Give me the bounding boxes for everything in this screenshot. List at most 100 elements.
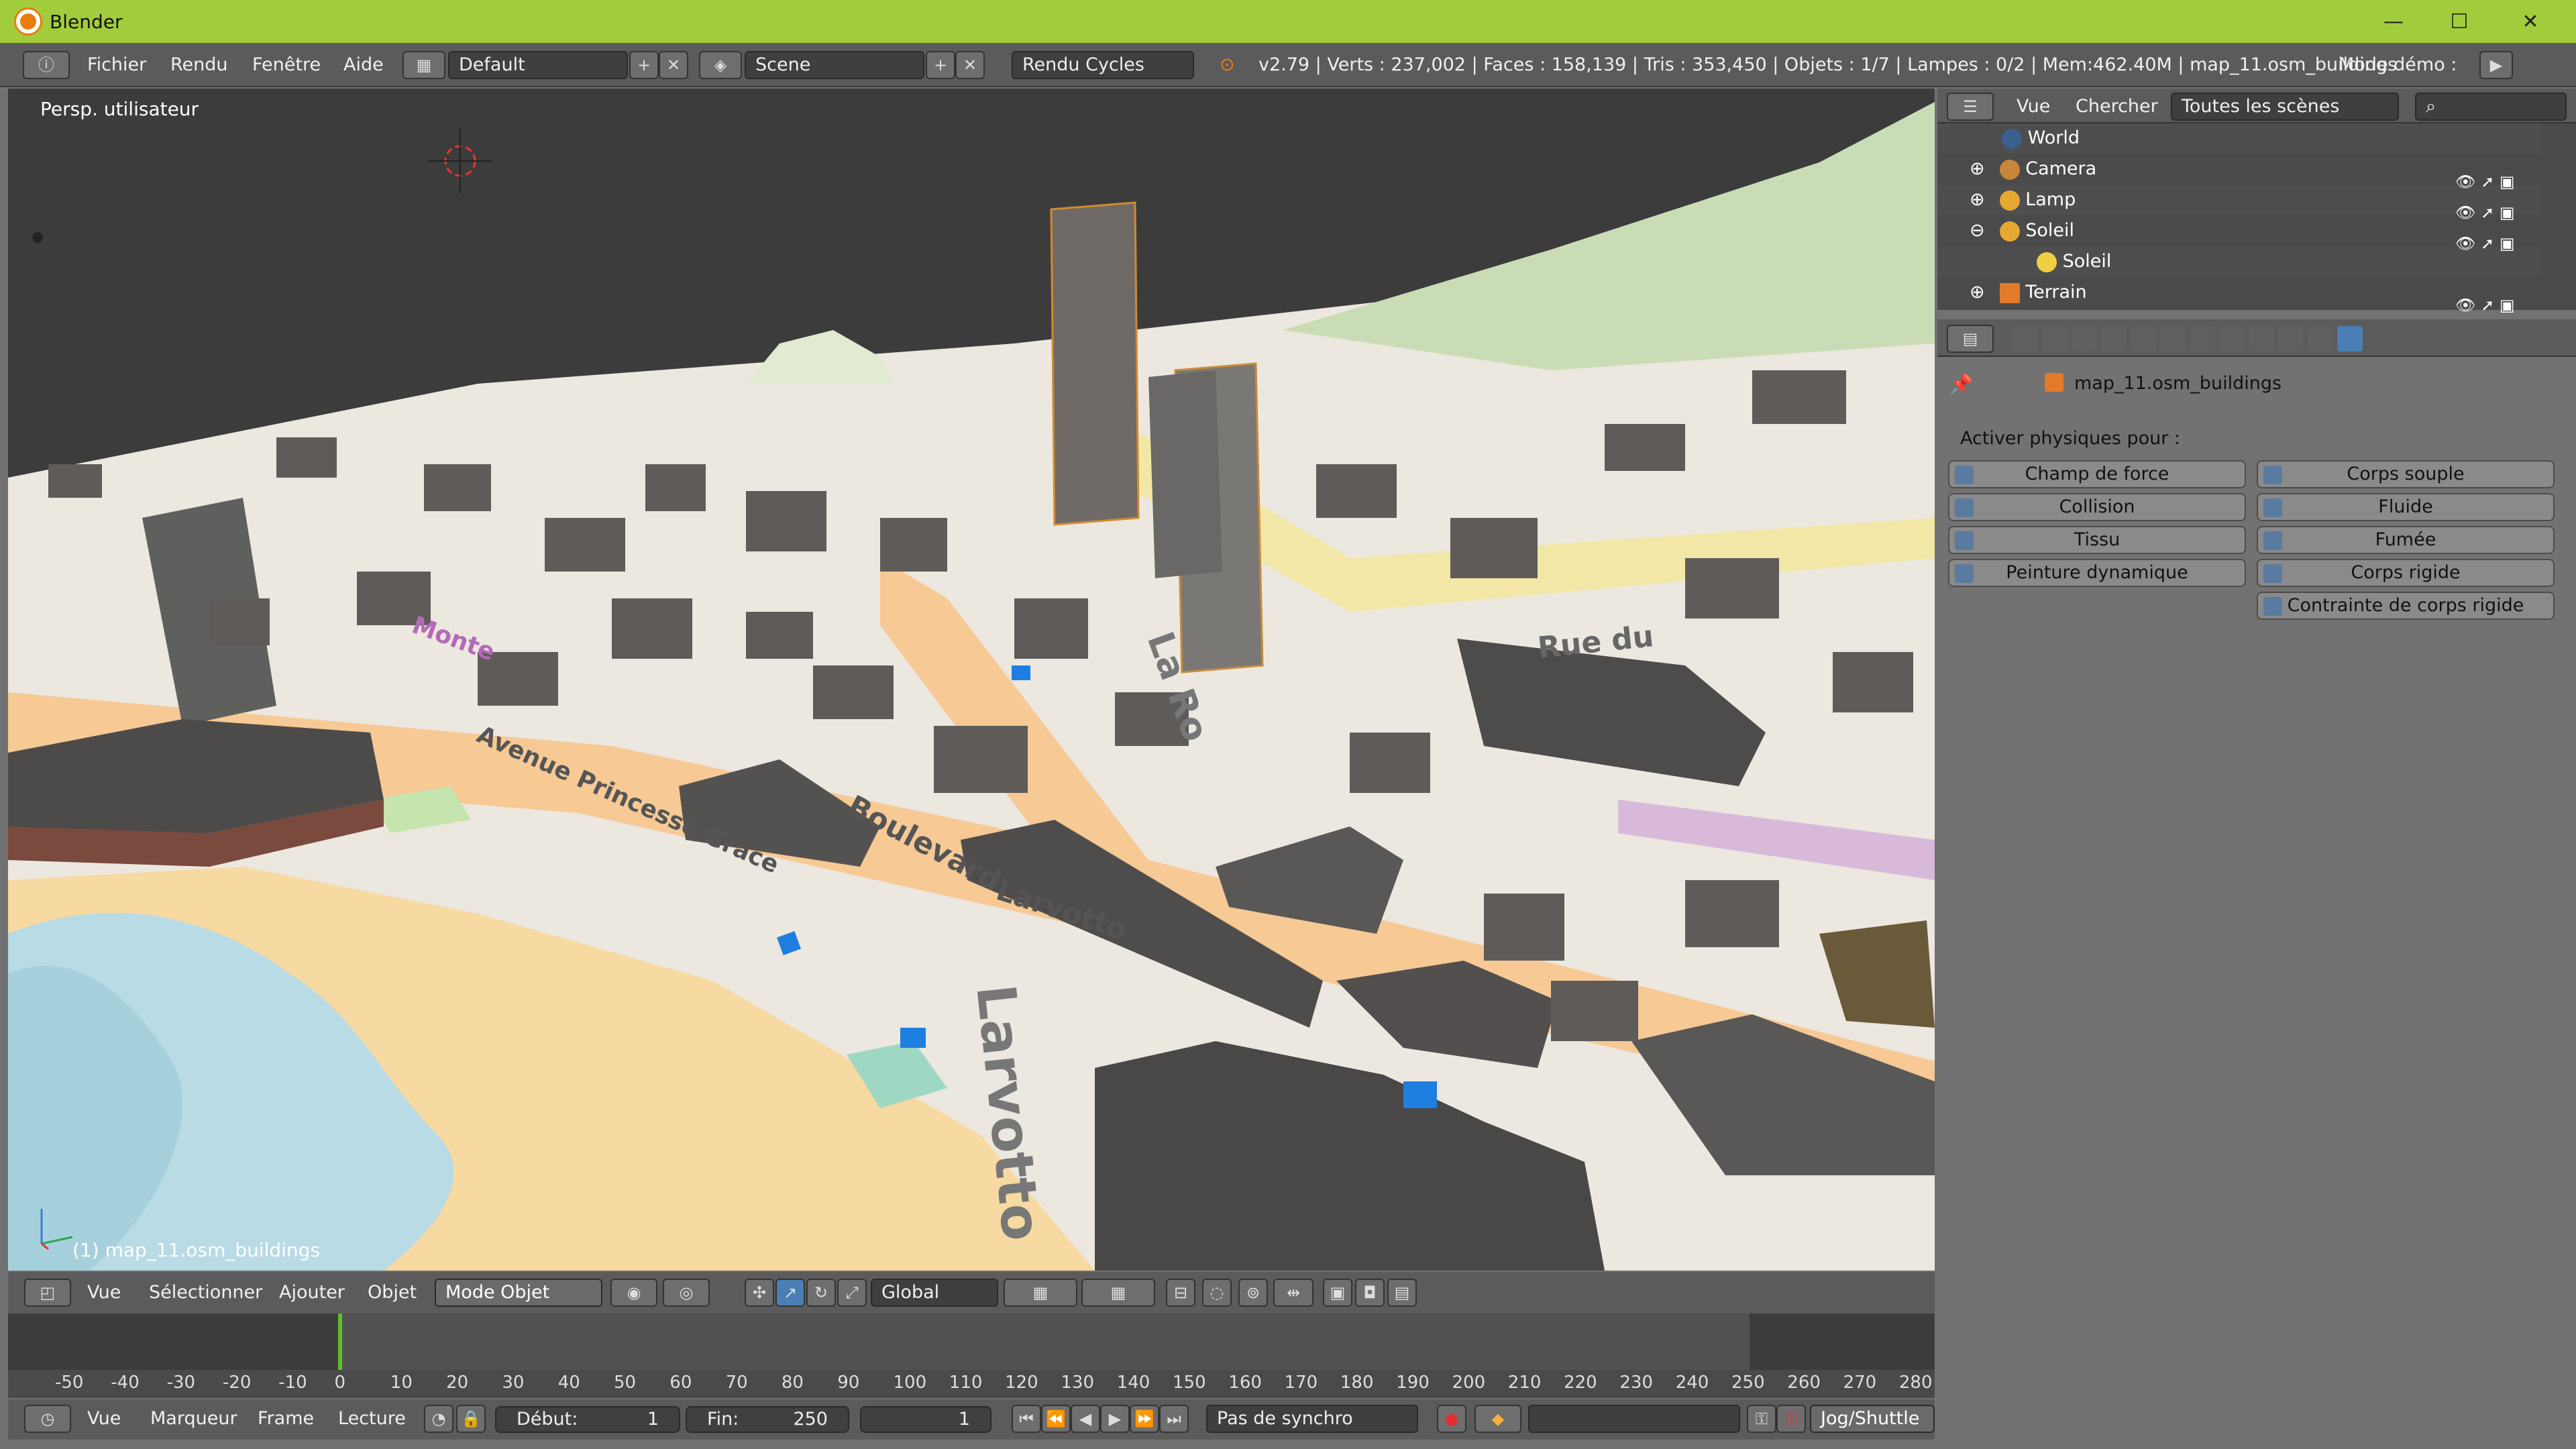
animation-render-icon[interactable]: ▤: [1387, 1279, 1417, 1307]
translate-icon[interactable]: ↗: [775, 1279, 805, 1307]
tab-scene[interactable]: [2072, 326, 2097, 352]
timeline-menu-view[interactable]: Vue: [87, 1406, 121, 1432]
jump-start-icon[interactable]: ⏮: [1012, 1405, 1041, 1433]
timeline-menu-playback[interactable]: Lecture: [338, 1406, 406, 1432]
expand-icon[interactable]: ⊕: [1970, 189, 1985, 210]
collapse-icon[interactable]: ⊖: [1970, 220, 1985, 241]
rigid-body-button[interactable]: Corps rigide: [2257, 559, 2555, 587]
timeline-menu-marker[interactable]: Marqueur: [150, 1406, 237, 1432]
outliner-row-terrain[interactable]: ⊕ Terrain: [1937, 278, 2541, 307]
interaction-mode-select[interactable]: Mode Objet: [435, 1279, 602, 1307]
scene-icon[interactable]: ◈: [699, 51, 742, 79]
tab-data[interactable]: [2219, 326, 2245, 352]
collision-button[interactable]: Collision: [1948, 493, 2246, 521]
cloth-button[interactable]: Tissu: [1948, 526, 2246, 554]
scene-field[interactable]: Scene: [745, 51, 924, 79]
viewport-shading-icon[interactable]: ◉: [610, 1279, 657, 1307]
view3d-menu-select[interactable]: Sélectionner: [149, 1280, 262, 1305]
prev-keyframe-icon[interactable]: ⏪: [1041, 1405, 1071, 1433]
tab-particles[interactable]: [2308, 326, 2333, 352]
tab-modifiers[interactable]: [2190, 326, 2215, 352]
next-keyframe-icon[interactable]: ⏩: [1130, 1405, 1159, 1433]
keyframe-type-icon[interactable]: ◆: [1474, 1405, 1521, 1433]
expand-icon[interactable]: ⊕: [1970, 282, 1985, 303]
proportional-edit-icon[interactable]: ◌: [1202, 1279, 1232, 1307]
tab-texture[interactable]: [2278, 326, 2304, 352]
outliner-row-camera[interactable]: ⊕ Camera: [1937, 154, 2541, 184]
end-frame-field[interactable]: Fin: 250: [686, 1406, 849, 1433]
maximize-button[interactable]: ☐: [2424, 0, 2494, 43]
outliner-display-select[interactable]: Toutes les scènes: [2171, 93, 2399, 121]
timeline-menu-frame[interactable]: Frame: [258, 1406, 314, 1432]
view3d-menu-view[interactable]: Vue: [87, 1280, 121, 1305]
outliner-menu-search[interactable]: Chercher: [2076, 94, 2158, 119]
3d-viewport[interactable]: Avenue Princesse Grace Larvotto Boulevar…: [8, 89, 1935, 1271]
layers-grid-2[interactable]: ▦: [1081, 1279, 1155, 1307]
jog-shuttle-button[interactable]: Jog/Shuttle: [1810, 1405, 1935, 1433]
rotate-icon[interactable]: ↻: [806, 1279, 836, 1307]
remove-layout-button[interactable]: ✕: [659, 51, 688, 79]
menu-render[interactable]: Rendu: [170, 52, 228, 78]
current-frame-field[interactable]: 1: [860, 1406, 991, 1433]
outliner-row-lamp[interactable]: ⊕ Lamp: [1937, 185, 2541, 215]
properties-editor-icon[interactable]: ▤: [1947, 325, 1994, 353]
fluid-button[interactable]: Fluide: [2257, 493, 2555, 521]
expand-icon[interactable]: ⊕: [1970, 158, 1985, 179]
pin-icon[interactable]: 📌: [1949, 373, 1973, 395]
rigid-body-constraint-button[interactable]: Contrainte de corps rigide: [2257, 592, 2555, 620]
add-layout-button[interactable]: +: [629, 51, 659, 79]
layout-field[interactable]: Default: [448, 51, 628, 79]
tab-render[interactable]: [2012, 326, 2038, 352]
view3d-editor-icon[interactable]: ◰: [24, 1279, 71, 1307]
insert-keyframe-icon[interactable]: ⚿: [1747, 1405, 1776, 1433]
snap-element-icon[interactable]: ⇹: [1273, 1279, 1313, 1307]
tab-render-layers[interactable]: [2042, 326, 2068, 352]
lock-camera-icon[interactable]: ⊟: [1166, 1279, 1195, 1307]
remove-scene-button[interactable]: ✕: [955, 51, 985, 79]
play-demo-icon[interactable]: ▶: [2479, 51, 2513, 79]
add-scene-button[interactable]: +: [926, 51, 955, 79]
opengl-render-icon[interactable]: ▣: [1323, 1279, 1352, 1307]
preview-range-icon[interactable]: ◔: [424, 1405, 453, 1433]
view3d-menu-add[interactable]: Ajouter: [279, 1280, 345, 1305]
transform-orientation-select[interactable]: Global: [871, 1279, 998, 1307]
layers-grid-1[interactable]: ▦: [1004, 1279, 1077, 1307]
close-button[interactable]: ✕: [2496, 0, 2565, 43]
view3d-menu-object[interactable]: Objet: [368, 1280, 417, 1305]
snap-icon[interactable]: ⊚: [1238, 1279, 1268, 1307]
play-reverse-icon[interactable]: ◀: [1071, 1405, 1100, 1433]
tab-object[interactable]: [2131, 326, 2156, 352]
tab-material[interactable]: [2249, 326, 2274, 352]
outliner-row-soleil-data[interactable]: Soleil: [1937, 247, 2541, 276]
render-engine-select[interactable]: Rendu Cycles: [1012, 51, 1194, 79]
outliner-editor-icon[interactable]: ☰: [1947, 93, 1994, 121]
menu-file[interactable]: Fichier: [87, 52, 146, 78]
pivot-point-icon[interactable]: ◎: [663, 1279, 710, 1307]
dynamic-paint-button[interactable]: Peinture dynamique: [1948, 559, 2246, 587]
sync-mode-select[interactable]: Pas de synchro: [1206, 1405, 1418, 1433]
minimize-button[interactable]: —: [2359, 0, 2428, 43]
lock-range-icon[interactable]: 🔒: [456, 1405, 486, 1433]
outliner-search-input[interactable]: ⌕: [2415, 93, 2567, 121]
soft-body-button[interactable]: Corps souple: [2257, 460, 2555, 488]
tab-constraints[interactable]: [2160, 326, 2186, 352]
menu-help[interactable]: Aide: [343, 52, 384, 78]
menu-window[interactable]: Fenêtre: [252, 52, 321, 78]
outliner-row-world[interactable]: World: [1937, 123, 2541, 153]
record-icon[interactable]: ●: [1437, 1405, 1466, 1433]
jump-end-icon[interactable]: ⏭: [1159, 1405, 1189, 1433]
timeline-editor-icon[interactable]: ◷: [24, 1405, 71, 1433]
smoke-button[interactable]: Fumée: [2257, 526, 2555, 554]
manipulator-icon[interactable]: ✣: [745, 1279, 774, 1307]
info-editor-icon[interactable]: ⓘ: [23, 51, 70, 79]
tab-physics[interactable]: [2337, 326, 2363, 352]
timeline[interactable]: -50 -40 -30 -20 -10 0 10 20 30 40 50 60 70 80 90 100 110…: [8, 1313, 1935, 1398]
delete-keyframe-icon[interactable]: ⚿: [1776, 1405, 1806, 1433]
play-icon[interactable]: ▶: [1100, 1405, 1130, 1433]
outliner[interactable]: ☰ Vue Chercher Toutes les scènes ⌕ World…: [1937, 89, 2576, 315]
outliner-menu-view[interactable]: Vue: [2017, 94, 2050, 119]
force-field-button[interactable]: Champ de force: [1948, 460, 2246, 488]
visibility-column[interactable]: 👁 ➚ ▣ 👁 ➚ ▣ 👁 ➚ ▣ 👁 ➚ ▣: [2455, 166, 2515, 321]
current-frame-indicator[interactable]: [338, 1313, 342, 1370]
scale-icon[interactable]: ⤢: [837, 1279, 867, 1307]
